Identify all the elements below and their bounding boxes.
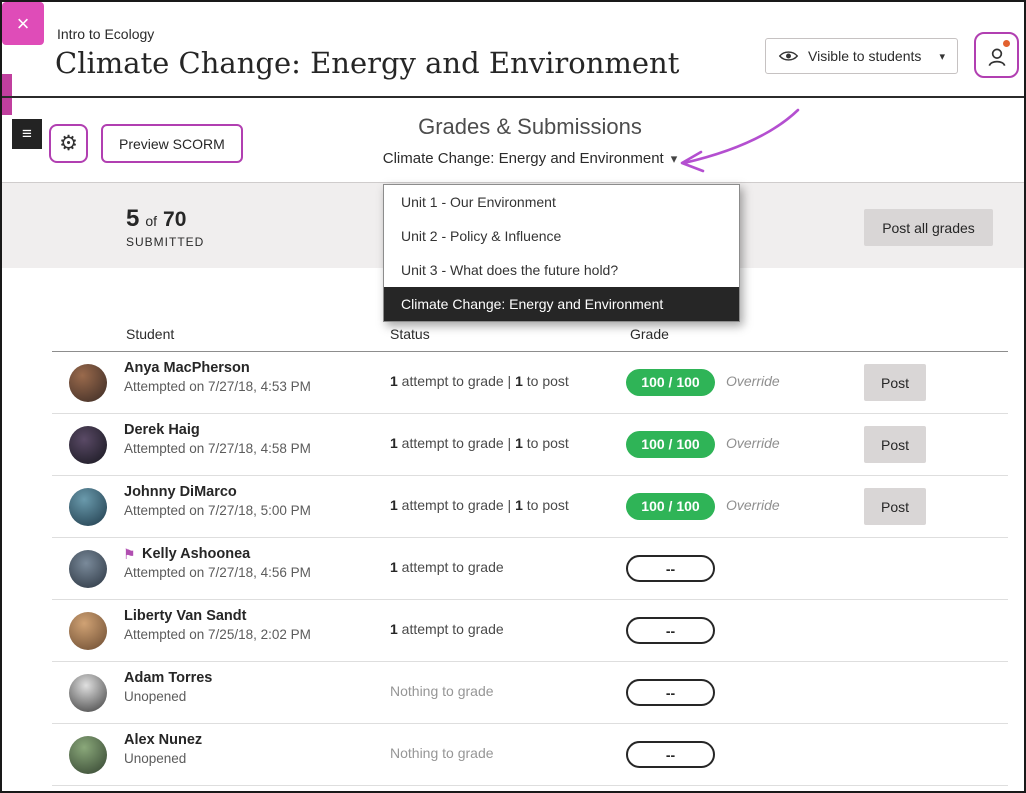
attempt-detail: Attempted on 7/27/18, 4:53 PM	[124, 379, 311, 394]
visibility-button[interactable]: Visible to students ▾	[765, 38, 958, 74]
status-text: Nothing to grade	[390, 683, 494, 699]
page-title: Climate Change: Energy and Environment	[55, 46, 679, 80]
avatar	[69, 364, 107, 402]
submitted-number: 5	[126, 205, 139, 233]
status-text: 1 attempt to grade	[390, 559, 504, 575]
profile-button[interactable]	[974, 32, 1019, 78]
grade-pill[interactable]: --	[626, 617, 715, 644]
column-header-student: Student	[126, 326, 174, 342]
menu-icon[interactable]: ≡	[12, 119, 42, 149]
grade-pill[interactable]: --	[626, 741, 715, 768]
avatar	[69, 674, 107, 712]
avatar	[69, 612, 107, 650]
table-row[interactable]: Adam Torres Unopened Nothing to grade --	[2, 662, 1026, 724]
chevron-down-icon: ▾	[939, 50, 945, 63]
grade-pill[interactable]: 100 / 100	[626, 431, 715, 458]
status-text: 1 attempt to grade | 1 to post	[390, 435, 569, 451]
attempt-detail: Attempted on 7/25/18, 2:02 PM	[124, 627, 311, 642]
table-row[interactable]: Anya MacPherson Attempted on 7/27/18, 4:…	[2, 352, 1026, 414]
table-row[interactable]: Johnny DiMarco Attempted on 7/27/18, 5:0…	[2, 476, 1026, 538]
gear-icon[interactable]: ⚙	[49, 124, 88, 163]
profile-icon	[976, 44, 1017, 70]
attempt-detail: Attempted on 7/27/18, 5:00 PM	[124, 503, 311, 518]
table-row[interactable]: Alex Nunez Unopened Nothing to grade --	[2, 724, 1026, 786]
flag-icon: ⚑	[123, 546, 136, 563]
student-name: Anya MacPherson	[124, 360, 250, 376]
student-name: Adam Torres	[124, 670, 212, 686]
attempt-detail: Unopened	[124, 751, 186, 766]
grade-pill[interactable]: --	[626, 679, 715, 706]
caret-down-icon: ▾	[671, 151, 678, 166]
dropdown-item-unit1[interactable]: Unit 1 - Our Environment	[384, 185, 739, 219]
total-number: 70	[163, 208, 186, 232]
column-header-grade: Grade	[630, 326, 669, 342]
table-row[interactable]: Liberty Van Sandt Attempted on 7/25/18, …	[2, 600, 1026, 662]
override-label: Override	[726, 373, 780, 389]
student-name: Kelly Ashoonea	[142, 546, 250, 562]
status-text: 1 attempt to grade	[390, 621, 504, 637]
student-name: Johnny DiMarco	[124, 484, 237, 500]
attempt-detail: Unopened	[124, 689, 186, 704]
grade-pill[interactable]: 100 / 100	[626, 369, 715, 396]
post-button[interactable]: Post	[864, 364, 926, 401]
post-all-grades-button[interactable]: Post all grades	[864, 209, 993, 246]
submitted-count: 5 of 70	[126, 205, 186, 233]
student-name: Alex Nunez	[124, 732, 202, 748]
submitted-label: SUBMITTED	[126, 235, 204, 249]
header-divider	[2, 96, 1026, 98]
attempt-detail: Attempted on 7/27/18, 4:58 PM	[124, 441, 311, 456]
attempt-detail: Attempted on 7/27/18, 4:56 PM	[124, 565, 311, 580]
override-label: Override	[726, 435, 780, 451]
post-button[interactable]: Post	[864, 426, 926, 463]
panel-edge	[2, 74, 12, 115]
status-text: 1 attempt to grade | 1 to post	[390, 373, 569, 389]
preview-scorm-button[interactable]: Preview SCORM	[101, 124, 243, 163]
override-label: Override	[726, 497, 780, 513]
avatar	[69, 426, 107, 464]
student-name: Liberty Van Sandt	[124, 608, 246, 624]
content-dropdown-menu: Unit 1 - Our Environment Unit 2 - Policy…	[383, 184, 740, 322]
post-button[interactable]: Post	[864, 488, 926, 525]
dropdown-item-selected[interactable]: Climate Change: Energy and Environment	[384, 287, 739, 321]
dropdown-item-unit3[interactable]: Unit 3 - What does the future hold?	[384, 253, 739, 287]
grade-pill[interactable]: --	[626, 555, 715, 582]
table-row[interactable]: ⚑ Kelly Ashoonea Attempted on 7/27/18, 4…	[2, 538, 1026, 600]
status-text: Nothing to grade	[390, 745, 494, 761]
status-text: 1 attempt to grade | 1 to post	[390, 497, 569, 513]
notification-dot	[1003, 40, 1010, 47]
row-divider	[52, 785, 1008, 786]
table-row[interactable]: Derek Haig Attempted on 7/27/18, 4:58 PM…	[2, 414, 1026, 476]
grade-pill[interactable]: 100 / 100	[626, 493, 715, 520]
avatar	[69, 736, 107, 774]
visibility-label: Visible to students	[808, 48, 921, 64]
dropdown-item-unit2[interactable]: Unit 2 - Policy & Influence	[384, 219, 739, 253]
close-icon[interactable]: ×	[2, 2, 44, 45]
avatar	[69, 550, 107, 588]
student-name: Derek Haig	[124, 422, 200, 438]
selector-value: Climate Change: Energy and Environment	[383, 150, 664, 167]
course-label: Intro to Ecology	[57, 26, 154, 42]
column-header-status: Status	[390, 326, 430, 342]
eye-icon	[778, 49, 799, 63]
grades-submissions-page: × ≡ Intro to Ecology Climate Change: Ene…	[0, 0, 1026, 793]
avatar	[69, 488, 107, 526]
